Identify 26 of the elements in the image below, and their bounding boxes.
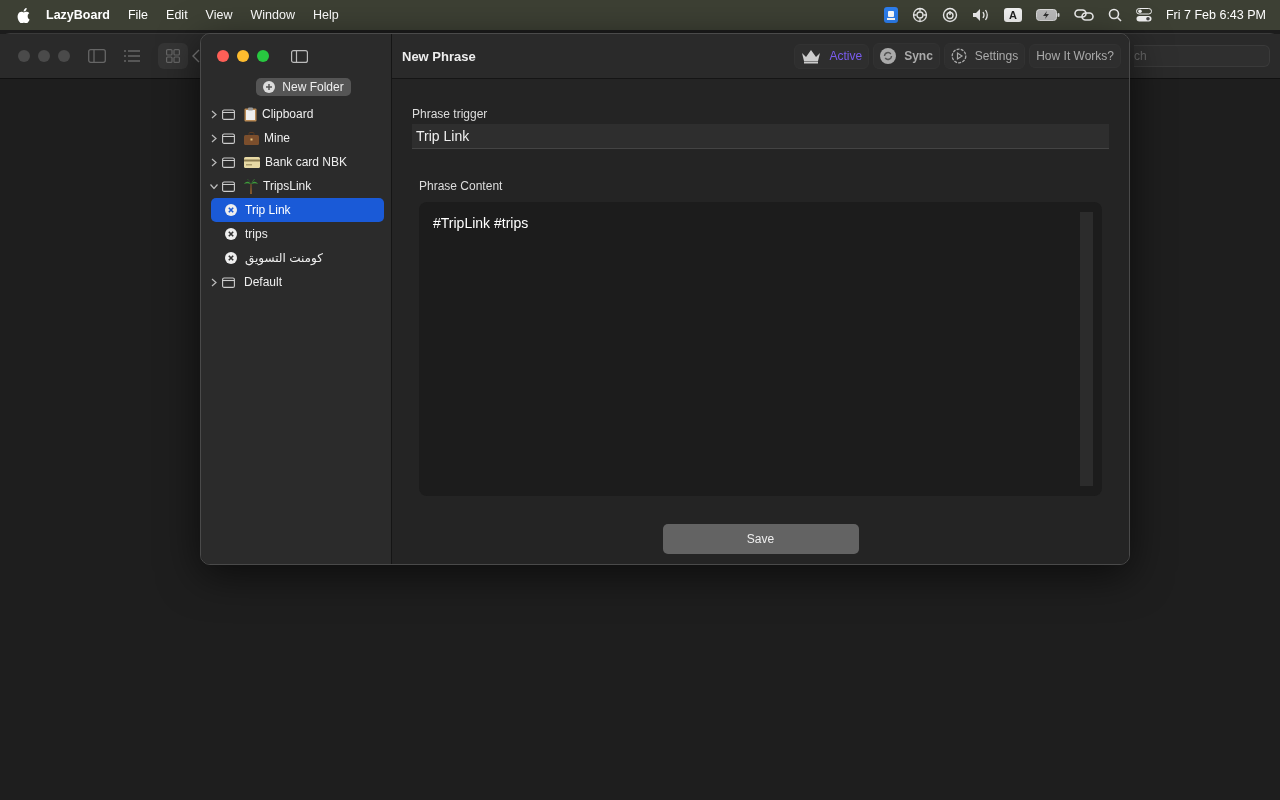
toolbar-button[interactable]: Settings: [943, 43, 1026, 69]
folder-name[interactable]: Mine: [264, 131, 290, 145]
folder-name[interactable]: Bank card NBK: [265, 155, 348, 169]
menu-item[interactable]: Help: [312, 8, 339, 22]
window-title: New Phrase: [402, 48, 476, 64]
menu-item[interactable]: Window: [250, 8, 295, 22]
folder-name[interactable]: Default: [244, 275, 283, 289]
phrase-item[interactable]: Trip Link: [211, 198, 384, 222]
content-text-area[interactable]: #TripLink #trips: [419, 202, 1102, 496]
folder-name[interactable]: TripsLink: [263, 179, 312, 193]
phrase-item[interactable]: trips: [211, 222, 384, 246]
input-source-indicator[interactable]: A: [1004, 8, 1022, 22]
menu-item[interactable]: View: [205, 8, 233, 22]
field-label: Phrase Content: [419, 179, 504, 193]
toolbar-button[interactable]: Sync: [873, 43, 940, 69]
menu-item[interactable]: File: [127, 8, 149, 22]
menu-item[interactable]: Edit: [166, 8, 188, 22]
app-menu[interactable]: LazyBoard: [46, 8, 110, 22]
trigger-input[interactable]: Trip Link: [412, 124, 1109, 149]
clock[interactable]: Fri 7 Feb 6:43 PM: [1165, 8, 1266, 22]
save-button[interactable]: Save: [662, 524, 859, 554]
folder-name[interactable]: Clipboard: [262, 107, 314, 121]
phrase-item[interactable]: كومنت التسويق: [211, 246, 384, 270]
field-label: Phrase trigger: [412, 107, 489, 121]
new-folder-button[interactable]: New Folder: [256, 78, 351, 96]
toolbar-button[interactable]: How It Works?: [1029, 44, 1121, 68]
